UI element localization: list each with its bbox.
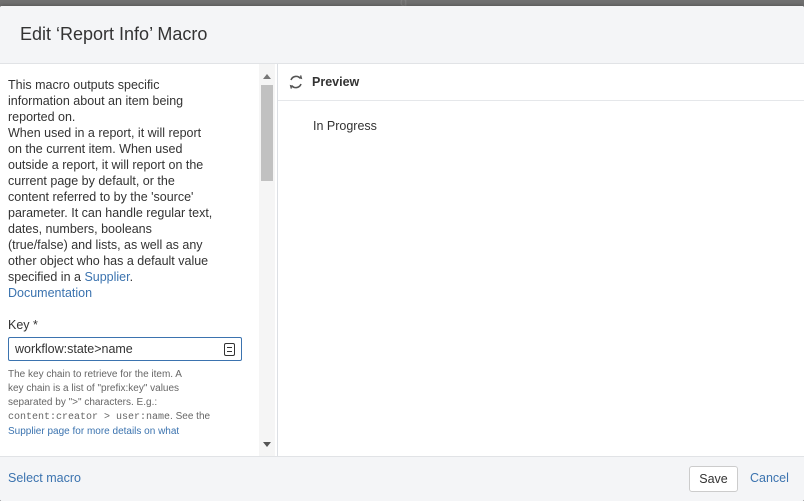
description-line: dates, numbers, booleans <box>8 222 152 236</box>
macro-description: This macro outputs specific information … <box>8 77 256 301</box>
description-text: . <box>129 270 134 284</box>
help-line: separated by ">" characters. E.g.: <box>8 397 158 408</box>
description-text: specified in a <box>8 270 85 284</box>
key-input[interactable]: workflow:state>name <box>8 337 242 361</box>
description-line: This macro outputs specific <box>8 78 160 92</box>
description-line: other object who has a default value <box>8 254 209 268</box>
description-line: specified in a Supplier. <box>8 269 256 285</box>
key-input-value[interactable]: workflow:state>name <box>15 341 224 357</box>
scroll-up-arrow-icon[interactable] <box>263 74 271 79</box>
description-line: on the current item. When used <box>8 142 183 156</box>
help-text: . See the <box>170 411 211 422</box>
parameters-scrollbar[interactable] <box>259 64 275 456</box>
description-line: reported on. <box>8 110 76 124</box>
help-line[interactable]: Supplier page for more details on what <box>8 425 256 439</box>
description-line: When used in a report, it will report <box>8 126 202 140</box>
dialog-title: Edit ‘Report Info’ Macro <box>20 24 208 44</box>
preview-label: Preview <box>312 75 360 89</box>
parameters-content: This macro outputs specific information … <box>8 64 256 439</box>
dialog-footer: Select macro Save Cancel <box>0 456 804 501</box>
description-line: parameter. It can handle regular text, <box>8 206 213 220</box>
preview-pane: Preview In Progress <box>278 64 804 456</box>
help-line: The key chain to retrieve for the item. … <box>8 369 182 380</box>
key-label: Key * <box>8 318 38 332</box>
macro-dialog: Edit ‘Report Info’ Macro This macro outp… <box>0 6 804 501</box>
save-button[interactable]: Save <box>689 466 738 492</box>
dialog-header: Edit ‘Report Info’ Macro <box>0 6 804 64</box>
help-line: key chain is a list of "prefix:key" valu… <box>8 383 180 394</box>
scroll-thumb[interactable] <box>261 85 273 181</box>
documentation-link[interactable]: Documentation <box>8 286 92 300</box>
help-code-example: content:creator > user:name <box>8 412 171 423</box>
scroll-down-arrow-icon[interactable] <box>263 442 271 447</box>
description-line: (true/false) and lists, as well as any <box>8 238 203 252</box>
description-line: current page by default, or the <box>8 174 175 188</box>
description-line: content referred to by the 'source' <box>8 190 194 204</box>
cancel-link[interactable]: Cancel <box>750 471 789 485</box>
refresh-icon[interactable] <box>288 74 304 90</box>
preview-content: In Progress <box>313 119 377 133</box>
key-help-text: The key chain to retrieve for the item. … <box>8 368 256 439</box>
supplier-link[interactable]: Supplier <box>84 270 129 284</box>
field-settings-icon[interactable] <box>224 342 235 356</box>
preview-header: Preview <box>278 64 804 101</box>
macro-parameters-pane[interactable]: This macro outputs specific information … <box>0 64 278 456</box>
description-line: information about an item being <box>8 94 184 108</box>
help-line: content:creator > user:name. See the <box>8 410 256 425</box>
select-macro-link[interactable]: Select macro <box>8 471 81 485</box>
description-line: Documentation <box>8 285 256 301</box>
description-line: outside a report, it will report on the <box>8 158 204 172</box>
dialog-body: This macro outputs specific information … <box>0 64 804 456</box>
